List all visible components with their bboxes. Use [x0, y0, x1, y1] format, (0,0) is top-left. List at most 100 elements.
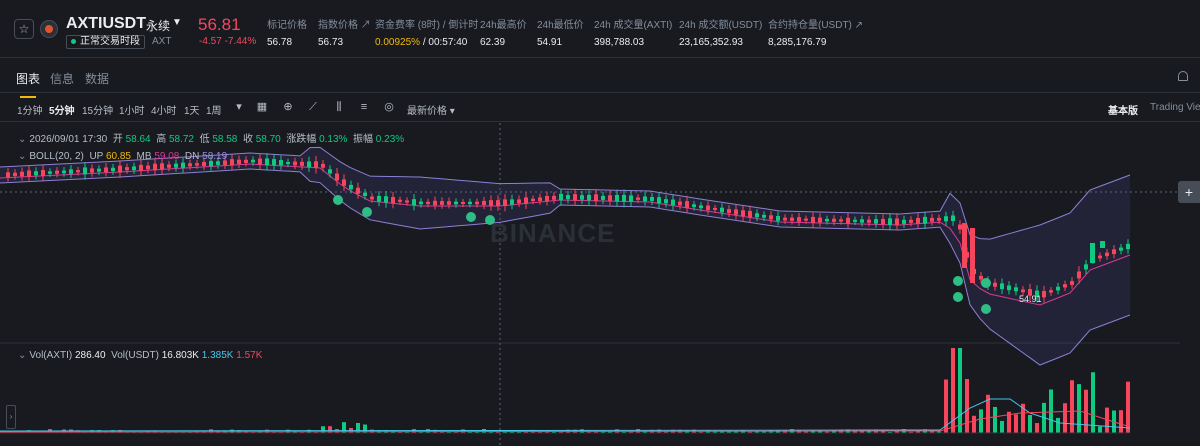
stat-funding-rate: 资金费率 (8时) / 倒计时 0.00925% / 00:57:40: [375, 16, 478, 48]
chart-area[interactable]: BINANCE ⌄ 2026/09/01 17:30 开 58.64 高 58.7…: [0, 123, 1200, 446]
add-indicator-icon[interactable]: ⊕: [282, 101, 294, 113]
candle-body: [860, 219, 864, 223]
candle-body: [475, 201, 479, 205]
ticker-header: ☆ AXTIUSDT 永续 ▼ 正常交易时段 AXT 56.81 -4.57 -…: [0, 0, 1200, 58]
calendar-icon[interactable]: ▦: [256, 101, 268, 113]
stat-value: 23,165,352.93: [679, 37, 743, 48]
scroll-left-handle[interactable]: ›: [6, 405, 16, 429]
candle-body: [951, 215, 955, 222]
candle-body: [510, 199, 514, 205]
ohlc-legend: ⌄ 2026/09/01 17:30 开 58.64 高 58.72 低 58.5…: [18, 130, 404, 145]
latest-price-dropdown[interactable]: 最新价格 ▾: [407, 102, 455, 117]
candle-body: [755, 213, 759, 218]
change-value: 0.13%: [319, 134, 348, 145]
stat-24h-volume: 24h 成交量(AXTI) 398,788.03: [594, 16, 672, 48]
volume-bar: [993, 406, 997, 433]
timeframe-1h[interactable]: 1小时: [119, 102, 145, 117]
candle-body: [853, 219, 857, 222]
bell-icon[interactable]: [1178, 71, 1188, 81]
stat-label: 24h最低价: [537, 20, 584, 31]
candle-body: [608, 195, 612, 201]
symbol-dropdown-caret-icon[interactable]: ▼: [172, 17, 182, 28]
candle-body: [167, 164, 171, 168]
symbol-name[interactable]: AXTIUSDT: [66, 15, 146, 33]
more-timeframes-chevron-icon[interactable]: ▾: [233, 101, 245, 113]
favorite-star-icon[interactable]: ☆: [14, 19, 34, 39]
timeframe-5m[interactable]: 5分钟: [49, 102, 75, 117]
tab-info[interactable]: 信息: [50, 70, 74, 87]
target-icon[interactable]: ◎: [383, 101, 395, 113]
stat-value: 56.78: [267, 37, 293, 48]
candle-body: [930, 217, 934, 222]
candle-body: [1014, 287, 1018, 292]
candle-body: [979, 275, 983, 280]
candle-body: [706, 205, 710, 211]
candle-body: [587, 194, 591, 201]
candle-body: [34, 171, 38, 176]
stat-label[interactable]: 合约持仓量(USDT) ↗: [768, 16, 863, 31]
tradingview-button[interactable]: Trading View: [1150, 102, 1200, 113]
chart-type-icon[interactable]: ⟋: [307, 101, 319, 113]
settings-sliders-icon[interactable]: ≡: [358, 101, 370, 113]
timeframe-1m[interactable]: 1分钟: [17, 102, 43, 117]
candle-body: [328, 169, 332, 174]
candle-body: [293, 161, 297, 166]
volume-bar: [1098, 426, 1102, 433]
candle-body: [321, 163, 325, 168]
funding-rate-value: 0.00925%: [375, 37, 421, 48]
candle-body: [944, 216, 948, 222]
candle-body: [888, 218, 892, 226]
basic-view-button[interactable]: 基本版: [1108, 102, 1138, 117]
stat-label: 24h 成交额(USDT): [679, 20, 763, 31]
candle-body: [97, 168, 101, 172]
volume-bar: [1091, 372, 1095, 433]
candle-body: [867, 219, 871, 223]
candle-body: [272, 159, 276, 166]
candle-style-icon[interactable]: ⫼: [333, 101, 345, 113]
tab-data[interactable]: 数据: [85, 70, 109, 87]
candle-body: [517, 199, 521, 204]
candle-body: [300, 161, 304, 166]
candle-body: [832, 218, 836, 222]
stat-24h-turnover: 24h 成交额(USDT) 23,165,352.93: [679, 16, 762, 48]
boll-up-value: 60.85: [105, 151, 131, 162]
candle-body: [657, 197, 661, 204]
timeframe-1d[interactable]: 1天: [184, 102, 200, 117]
boll-label[interactable]: BOLL(20, 2): [29, 151, 83, 162]
collapse-caret-icon[interactable]: ⌄: [18, 350, 26, 361]
tab-chart[interactable]: 图表: [16, 70, 40, 98]
candle-body: [1042, 291, 1046, 298]
candlestick-chart[interactable]: [0, 123, 1200, 446]
collapse-caret-icon[interactable]: ⌄: [18, 134, 26, 145]
candle-body: [41, 169, 45, 176]
candle-body: [1007, 285, 1011, 291]
stat-value: 62.39: [480, 37, 506, 48]
boll-legend: ⌄ BOLL(20, 2) UP 60.85 MB 59.08 DN 58.19: [18, 151, 227, 162]
stat-label: 标记价格: [267, 20, 307, 31]
contract-type[interactable]: 永续: [146, 17, 170, 34]
stat-label[interactable]: 指数价格 ↗: [318, 16, 371, 31]
volume-bar: [1049, 389, 1053, 433]
low-label: 低: [199, 134, 210, 145]
close-value: 58.70: [255, 134, 281, 145]
stat-open-interest[interactable]: 合约持仓量(USDT) ↗ 8,285,176.79: [768, 16, 863, 48]
add-order-plus-icon[interactable]: +: [1178, 181, 1200, 203]
stat-index-price[interactable]: 指数价格 ↗ 56.73: [318, 16, 371, 48]
candle-body: [335, 173, 339, 181]
candle-body: [181, 162, 185, 168]
collapse-caret-icon[interactable]: ⌄: [18, 151, 26, 162]
volume-bar: [1063, 403, 1067, 433]
candle-body: [48, 171, 52, 174]
timeframe-4h[interactable]: 4小时: [151, 102, 177, 117]
boll-mb-label: MB: [136, 151, 152, 162]
timeframe-15m[interactable]: 15分钟: [82, 102, 113, 117]
candle-body: [363, 192, 367, 197]
vol-label[interactable]: Vol(AXTI): [29, 350, 72, 361]
candle-body: [580, 195, 584, 200]
open-label: 开: [112, 134, 123, 145]
boll-up-label: UP: [89, 151, 104, 162]
candle-body: [384, 196, 388, 203]
low-value: 58.58: [212, 134, 238, 145]
timeframe-1w[interactable]: 1周: [206, 102, 222, 117]
volume-bar: [1035, 423, 1039, 433]
